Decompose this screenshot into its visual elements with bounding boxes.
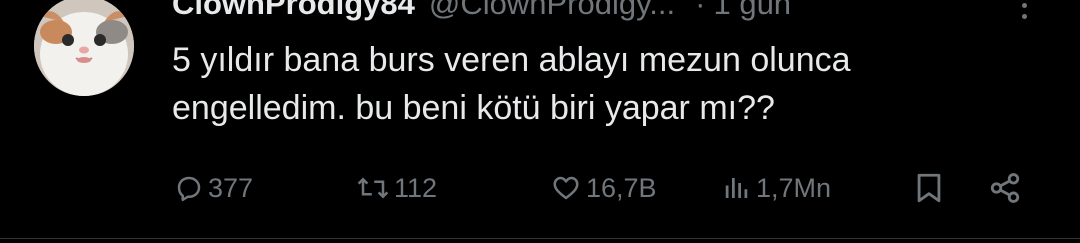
views-button[interactable]: 1,7Mn xyxy=(722,166,831,210)
avatar[interactable] xyxy=(34,0,134,96)
user-handle[interactable]: @ClownProdigy... xyxy=(429,0,675,22)
reply-icon xyxy=(177,176,201,202)
bookmark-button[interactable] xyxy=(912,166,946,210)
divider xyxy=(0,238,1080,239)
timestamp[interactable]: 1 gün xyxy=(713,0,791,22)
cat-avatar-icon xyxy=(34,0,134,96)
tweet-text-line-2: engelledim. bu beni kötü biri yapar mı?? xyxy=(172,89,775,127)
like-icon xyxy=(553,176,579,200)
action-bar: 377 112 16,7B 1,7Mn xyxy=(0,166,1080,210)
tweet-text: 5 yıldır bana burs veren ablayı mezun ol… xyxy=(172,36,1032,132)
retweet-button[interactable]: 112 xyxy=(356,166,437,210)
retweet-count: 112 xyxy=(394,172,438,203)
more-icon[interactable] xyxy=(1012,0,1036,28)
views-count: 1,7Mn xyxy=(756,172,832,203)
reply-count: 377 xyxy=(208,172,254,203)
bookmark-icon xyxy=(917,173,941,203)
tweet-header: ClownProdigy84 @ClownProdigy... · 1 gün xyxy=(172,0,791,24)
share-icon xyxy=(990,173,1020,203)
reply-button[interactable]: 377 xyxy=(174,166,253,210)
like-count: 16,7B xyxy=(586,172,657,203)
share-button[interactable] xyxy=(986,166,1024,210)
tweet-text-line-1: 5 yıldır bana burs veren ablayı mezun ol… xyxy=(172,41,851,79)
retweet-icon xyxy=(357,177,389,199)
tweet: ClownProdigy84 @ClownProdigy... · 1 gün … xyxy=(0,0,1080,243)
like-button[interactable]: 16,7B xyxy=(550,166,657,210)
separator-dot: · xyxy=(695,0,706,21)
display-name[interactable]: ClownProdigy84 xyxy=(172,0,415,22)
views-icon xyxy=(725,178,748,198)
